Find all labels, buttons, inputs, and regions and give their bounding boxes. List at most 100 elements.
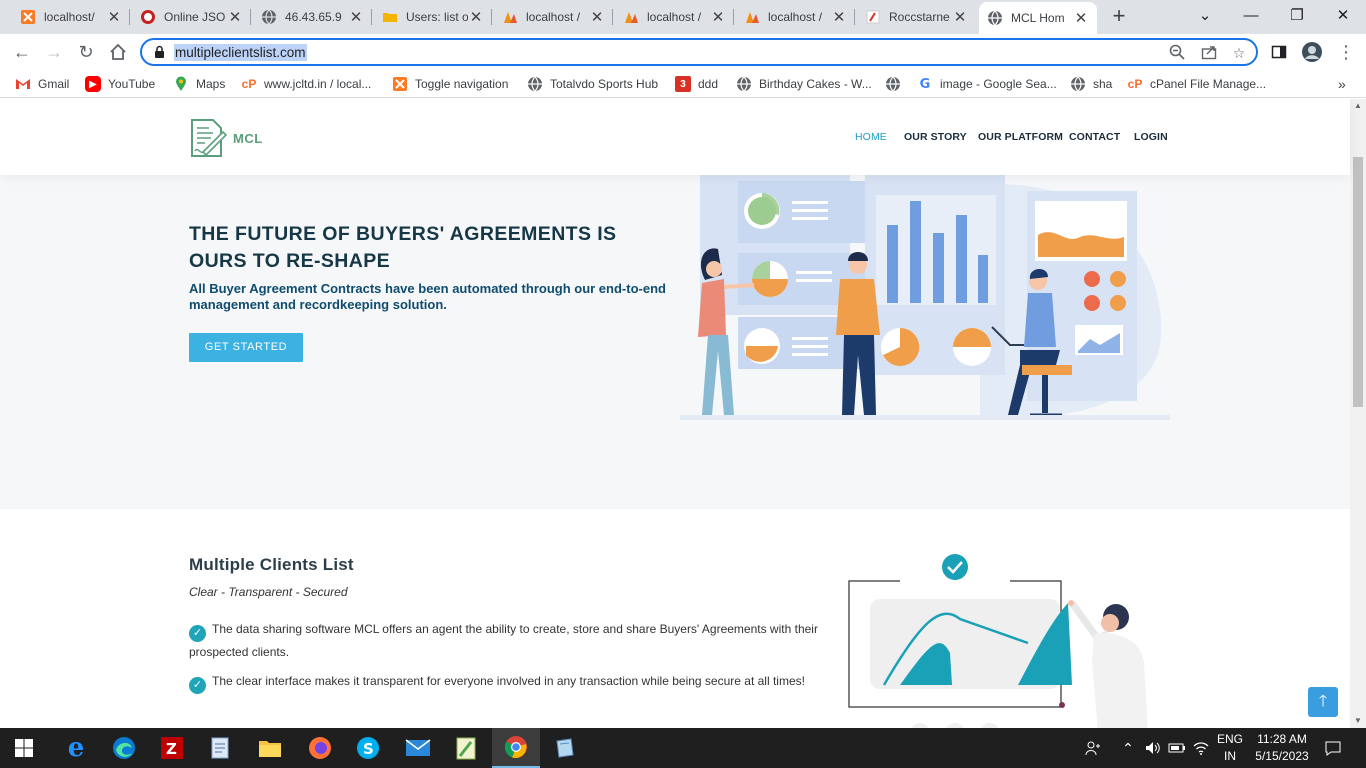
- edge-legacy-icon[interactable]: e: [52, 728, 100, 768]
- new-tab-button[interactable]: +: [1106, 5, 1132, 29]
- phpmyadmin-icon: [623, 9, 639, 25]
- feature-bullet: ✓ The clear interface makes it transparen…: [189, 671, 829, 694]
- tab-title: MCL Hom: [1011, 11, 1065, 25]
- scrollbar-thumb[interactable]: [1353, 157, 1363, 407]
- youtube-icon: ▶: [85, 76, 101, 92]
- browser-tab-active[interactable]: MCL Hom ✕: [979, 2, 1097, 34]
- bookmark-item[interactable]: Maps: [173, 76, 225, 92]
- close-tab-icon[interactable]: ✕: [952, 8, 968, 26]
- site-header: MCL HOME OUR STORY OUR PLATFORM CONTACT …: [0, 99, 1350, 175]
- more-bookmarks-chevron-icon[interactable]: »: [1338, 76, 1346, 92]
- notepad-icon[interactable]: [196, 728, 244, 768]
- bookmark-label: Maps: [196, 77, 226, 91]
- wifi-icon[interactable]: [1190, 728, 1212, 768]
- close-window-button[interactable]: ✕: [1320, 0, 1366, 34]
- globe-icon: [885, 76, 901, 92]
- tab-search-icon[interactable]: ⌄: [1182, 0, 1228, 34]
- bookmark-item[interactable]: cP cPanel File Manage...: [1127, 76, 1266, 92]
- forward-button[interactable]: →: [41, 39, 67, 65]
- skype-icon[interactable]: S: [344, 728, 392, 768]
- bookmark-item[interactable]: ▶ YouTube: [85, 76, 155, 92]
- firefox-icon[interactable]: [296, 728, 344, 768]
- bookmark-item[interactable]: sha: [1070, 76, 1112, 92]
- phpmyadmin-icon: [744, 9, 760, 25]
- bookmark-label: Birthday Cakes - W...: [759, 77, 872, 91]
- page-scrollbar[interactable]: ▲ ▼: [1350, 99, 1366, 728]
- nav-contact[interactable]: CONTACT: [1069, 131, 1120, 143]
- close-tab-icon[interactable]: ✕: [589, 8, 605, 26]
- show-hidden-icons-chevron-icon[interactable]: ⌃: [1118, 728, 1138, 768]
- bookmark-item[interactable]: [885, 76, 908, 92]
- tab-title: localhost /: [647, 10, 702, 24]
- site-icon: 3: [675, 76, 691, 92]
- profile-avatar[interactable]: [1299, 39, 1325, 65]
- about-section: Multiple Clients List Clear - Transparen…: [0, 509, 1350, 728]
- site-logo[interactable]: MCL: [189, 118, 263, 158]
- globe-icon: [261, 9, 277, 25]
- section-tagline: Clear - Transparent - Secured: [189, 585, 348, 599]
- close-tab-icon[interactable]: ✕: [1073, 9, 1089, 27]
- close-tab-icon[interactable]: ✕: [831, 8, 847, 26]
- filezilla-icon[interactable]: Z: [148, 728, 196, 768]
- section-title: Multiple Clients List: [189, 555, 354, 574]
- taskbar-clock[interactable]: 11:28 AM 5/15/2023: [1244, 731, 1320, 765]
- globe-icon: [1070, 76, 1086, 92]
- people-icon[interactable]: [1080, 728, 1106, 768]
- minimize-button[interactable]: —: [1228, 0, 1274, 34]
- home-button[interactable]: [105, 39, 131, 65]
- browser-tab[interactable]: Users: list o ✕: [374, 0, 492, 34]
- nav-our-platform[interactable]: OUR PLATFORM: [978, 131, 1063, 143]
- bookmark-item[interactable]: G image - Google Sea...: [917, 76, 1057, 92]
- nav-login[interactable]: LOGIN: [1134, 131, 1168, 143]
- back-button[interactable]: ←: [9, 39, 35, 65]
- mail-icon[interactable]: [394, 728, 442, 768]
- scroll-to-top-button[interactable]: 🡑: [1308, 687, 1338, 717]
- browser-tab[interactable]: localhost / ✕: [615, 0, 734, 34]
- windows-start-icon[interactable]: [0, 728, 48, 768]
- restore-button[interactable]: ❐: [1274, 0, 1320, 34]
- contract-logo-icon: [191, 119, 227, 157]
- bookmark-item[interactable]: Totalvdo Sports Hub: [527, 76, 658, 92]
- browser-tab[interactable]: localhost / ✕: [494, 0, 613, 34]
- lock-icon[interactable]: [154, 45, 165, 63]
- browser-tab[interactable]: 46.43.65.9 ✕: [253, 0, 372, 34]
- input-language-indicator[interactable]: ENG IN: [1214, 731, 1246, 765]
- scroll-down-arrow-icon[interactable]: ▼: [1350, 714, 1366, 728]
- browser-tab[interactable]: localhost/ ✕: [12, 0, 130, 34]
- browser-tab[interactable]: localhost / ✕: [736, 0, 855, 34]
- scroll-up-arrow-icon[interactable]: ▲: [1350, 99, 1366, 113]
- menu-icon[interactable]: ⋮: [1333, 39, 1359, 65]
- browser-tab[interactable]: Roccstarne ✕: [857, 0, 976, 34]
- volume-icon[interactable]: [1142, 728, 1164, 768]
- get-started-button[interactable]: GET STARTED: [189, 333, 303, 362]
- reload-button[interactable]: ↻: [73, 39, 99, 65]
- notepadpp-icon[interactable]: [442, 728, 490, 768]
- bookmark-item[interactable]: Gmail: [15, 76, 69, 92]
- battery-icon[interactable]: [1166, 728, 1188, 768]
- zoom-icon[interactable]: [1168, 44, 1186, 62]
- side-panel-icon[interactable]: [1266, 39, 1292, 65]
- bookmark-star-icon[interactable]: ☆: [1230, 44, 1248, 62]
- close-tab-icon[interactable]: ✕: [468, 8, 484, 26]
- feature-text: The clear interface makes it transparent…: [212, 674, 805, 688]
- phpmyadmin-icon: [502, 9, 518, 25]
- file-explorer-icon[interactable]: [246, 728, 294, 768]
- nav-our-story[interactable]: OUR STORY: [904, 131, 967, 143]
- close-tab-icon[interactable]: ✕: [348, 8, 364, 26]
- bookmark-item[interactable]: Toggle navigation: [392, 76, 508, 92]
- share-icon[interactable]: [1200, 44, 1218, 62]
- address-bar[interactable]: multipleclientslist.com ☆: [140, 38, 1258, 66]
- browser-tab[interactable]: Online JSO ✕: [132, 0, 251, 34]
- notifications-icon[interactable]: [1322, 728, 1344, 768]
- bookmark-item[interactable]: cP www.jcltd.in / local...: [241, 76, 372, 92]
- edge-icon[interactable]: [100, 728, 148, 768]
- close-tab-icon[interactable]: ✕: [106, 8, 122, 26]
- close-tab-icon[interactable]: ✕: [710, 8, 726, 26]
- bookmark-item[interactable]: Birthday Cakes - W...: [736, 76, 872, 92]
- chrome-icon[interactable]: [492, 728, 540, 768]
- url-text[interactable]: multipleclientslist.com: [174, 44, 307, 61]
- app-icon[interactable]: [540, 728, 588, 768]
- nav-home[interactable]: HOME: [855, 131, 887, 143]
- close-tab-icon[interactable]: ✕: [227, 8, 243, 26]
- bookmark-item[interactable]: 3 ddd: [675, 76, 718, 92]
